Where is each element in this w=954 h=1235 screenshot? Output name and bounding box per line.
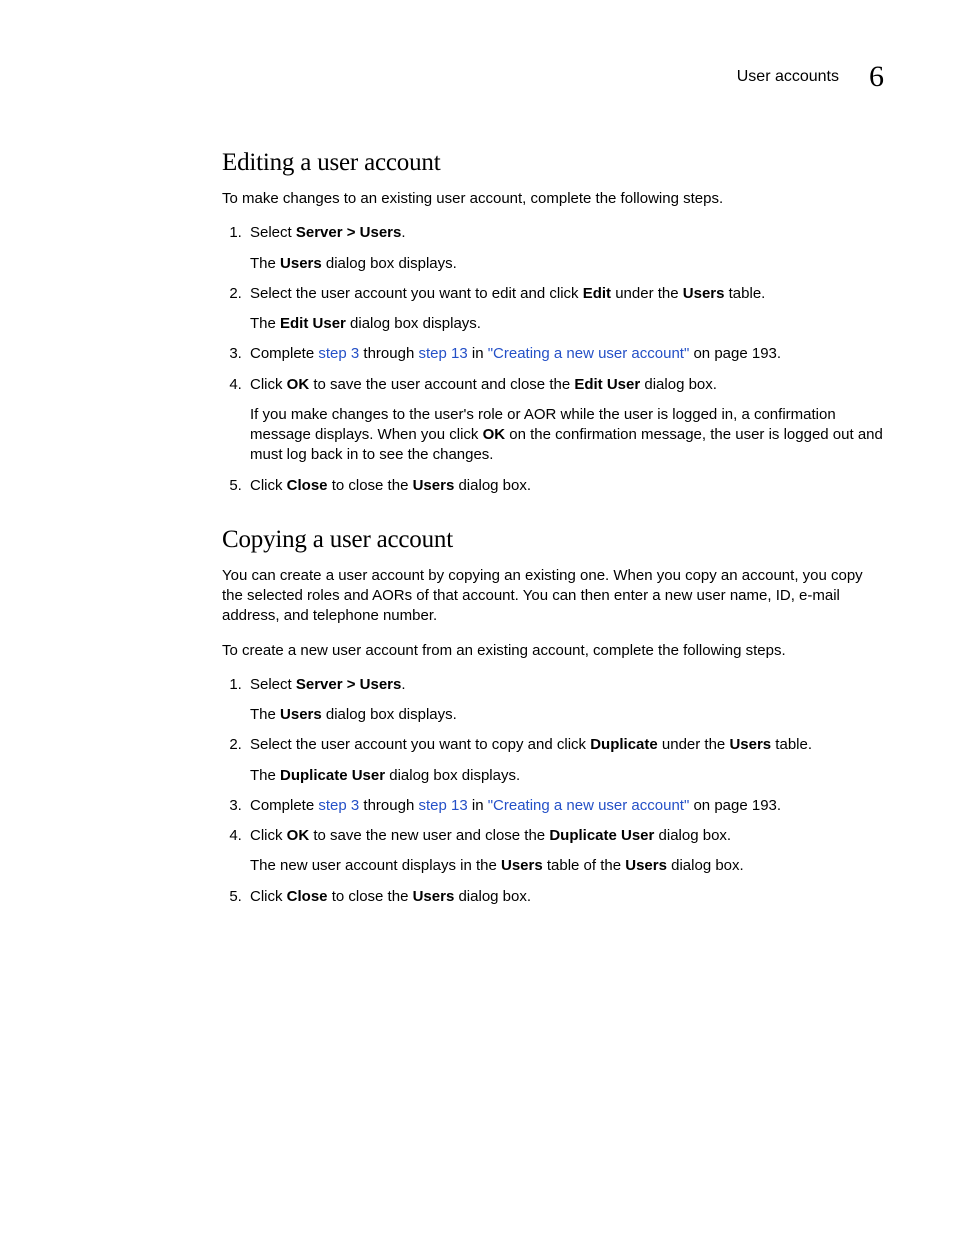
bold-text: Close <box>287 477 328 494</box>
header-title: User accounts <box>737 68 839 86</box>
text: dialog box displays. <box>346 315 481 332</box>
page-header: User accounts 6 <box>70 60 884 94</box>
bold-text: Users <box>280 706 322 723</box>
bold-text: Users <box>501 857 543 874</box>
link-step13[interactable]: step 13 <box>418 797 467 814</box>
text: Click <box>250 376 287 393</box>
bold-text: Edit User <box>574 376 640 393</box>
bold-text: Users <box>683 285 725 302</box>
bold-text: Edit User <box>280 315 346 332</box>
editing-intro: To make changes to an existing user acco… <box>222 189 884 209</box>
text: dialog box. <box>667 857 744 874</box>
text: to save the user account and close the <box>309 376 574 393</box>
bold-text: OK <box>483 426 506 443</box>
text: under the <box>611 285 683 302</box>
text: Complete <box>250 797 318 814</box>
section-title-copying: Copying a user account <box>222 526 884 554</box>
copying-step-4-sub: The new user account displays in the Use… <box>250 856 884 876</box>
bold-text: Server > Users <box>296 676 402 693</box>
text: under the <box>658 736 730 753</box>
bold-text: Edit <box>583 285 611 302</box>
text: . <box>401 224 405 241</box>
bold-text: Users <box>413 888 455 905</box>
bold-text: Duplicate User <box>280 767 385 784</box>
editing-step-5: Click Close to close the Users dialog bo… <box>246 476 884 496</box>
text: to save the new user and close the <box>309 827 549 844</box>
text: dialog box displays. <box>385 767 520 784</box>
text: to close the <box>328 888 413 905</box>
text: dialog box. <box>654 827 731 844</box>
text: on page 193. <box>689 345 781 362</box>
text: table. <box>771 736 812 753</box>
bold-text: Duplicate <box>590 736 658 753</box>
text: The <box>250 706 280 723</box>
link-step13[interactable]: step 13 <box>418 345 467 362</box>
link-creating-account[interactable]: "Creating a new user account" <box>488 797 690 814</box>
text: The <box>250 315 280 332</box>
text: dialog box displays. <box>322 255 457 272</box>
link-step3[interactable]: step 3 <box>318 345 359 362</box>
text: Select <box>250 676 296 693</box>
text: on page 193. <box>689 797 781 814</box>
copying-step-5: Click Close to close the Users dialog bo… <box>246 887 884 907</box>
bold-text: OK <box>287 376 310 393</box>
editing-step-2: Select the user account you want to edit… <box>246 284 884 335</box>
text: dialog box. <box>454 888 531 905</box>
text: dialog box. <box>454 477 531 494</box>
page: User accounts 6 Editing a user account T… <box>0 0 954 997</box>
editing-step-4: Click OK to save the user account and cl… <box>246 375 884 466</box>
text: in <box>468 345 488 362</box>
link-creating-account[interactable]: "Creating a new user account" <box>488 345 690 362</box>
link-step3[interactable]: step 3 <box>318 797 359 814</box>
copying-step-2-sub: The Duplicate User dialog box displays. <box>250 766 884 786</box>
text: Select <box>250 224 296 241</box>
text: The <box>250 255 280 272</box>
editing-step-1: Select Server > Users. The Users dialog … <box>246 223 884 274</box>
editing-step-4-sub: If you make changes to the user's role o… <box>250 405 884 466</box>
copying-intro1: You can create a user account by copying… <box>222 566 884 627</box>
bold-text: Duplicate User <box>549 827 654 844</box>
text: . <box>401 676 405 693</box>
copying-step-3: Complete step 3 through step 13 in "Crea… <box>246 796 884 816</box>
copying-intro2: To create a new user account from an exi… <box>222 641 884 661</box>
text: Select the user account you want to edit… <box>250 285 583 302</box>
text: Complete <box>250 345 318 362</box>
text: through <box>359 345 418 362</box>
text: Click <box>250 888 287 905</box>
bold-text: Close <box>287 888 328 905</box>
section-editing: Editing a user account To make changes t… <box>222 149 884 496</box>
text: Click <box>250 477 287 494</box>
editing-step-1-sub: The Users dialog box displays. <box>250 254 884 274</box>
chapter-number: 6 <box>869 60 884 94</box>
text: The new user account displays in the <box>250 857 501 874</box>
text: table of the <box>543 857 626 874</box>
copying-step-1: Select Server > Users. The Users dialog … <box>246 675 884 726</box>
editing-steps: Select Server > Users. The Users dialog … <box>222 223 884 496</box>
bold-text: Users <box>729 736 771 753</box>
editing-step-3: Complete step 3 through step 13 in "Crea… <box>246 344 884 364</box>
text: dialog box. <box>640 376 717 393</box>
copying-step-1-sub: The Users dialog box displays. <box>250 705 884 725</box>
text: table. <box>724 285 765 302</box>
section-copying: Copying a user account You can create a … <box>222 526 884 907</box>
bold-text: Users <box>280 255 322 272</box>
text: Click <box>250 827 287 844</box>
bold-text: OK <box>287 827 310 844</box>
bold-text: Server > Users <box>296 224 402 241</box>
section-title-editing: Editing a user account <box>222 149 884 177</box>
copying-step-4: Click OK to save the new user and close … <box>246 826 884 877</box>
text: The <box>250 767 280 784</box>
text: to close the <box>328 477 413 494</box>
editing-step-2-sub: The Edit User dialog box displays. <box>250 314 884 334</box>
copying-steps: Select Server > Users. The Users dialog … <box>222 675 884 907</box>
bold-text: Users <box>413 477 455 494</box>
bold-text: Users <box>625 857 667 874</box>
text: Select the user account you want to copy… <box>250 736 590 753</box>
text: dialog box displays. <box>322 706 457 723</box>
text: in <box>468 797 488 814</box>
copying-step-2: Select the user account you want to copy… <box>246 735 884 786</box>
text: through <box>359 797 418 814</box>
